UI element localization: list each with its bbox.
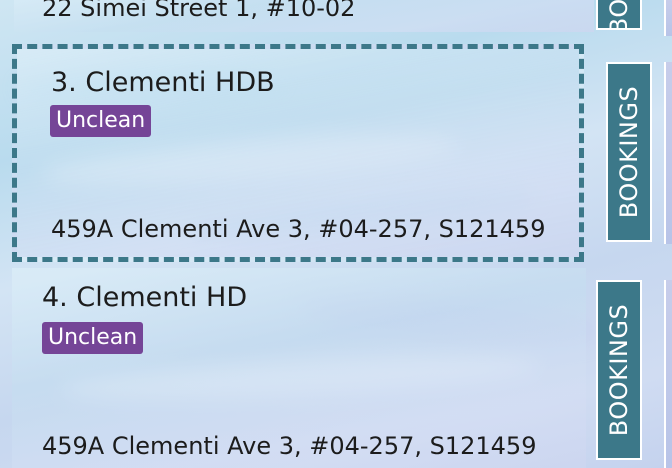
bookings-button-label: BOOKINGS bbox=[605, 0, 633, 28]
adjacent-panel-edge bbox=[664, 280, 672, 468]
listing-name: Clementi HD bbox=[76, 282, 248, 313]
bookings-button-label: BOOKINGS bbox=[615, 85, 643, 219]
listing-address: 22 Simei Street 1, #10-02 bbox=[42, 0, 356, 22]
listing-card[interactable]: 4. Clementi HD Unclean 459A Clementi Ave… bbox=[12, 268, 586, 468]
listing-address: 459A Clementi Ave 3, #04-257, S121459 bbox=[51, 215, 546, 243]
listing-index: 3. bbox=[51, 67, 77, 98]
adjacent-panel-edge bbox=[664, 0, 672, 36]
bookings-button-label: BOOKINGS bbox=[605, 303, 633, 437]
adjacent-panel-edge bbox=[664, 62, 672, 244]
listing-card-selected[interactable]: 3. Clementi HDB Unclean 459A Clementi Av… bbox=[12, 44, 584, 262]
bookings-button[interactable]: BOOKINGS bbox=[606, 62, 652, 242]
bookings-button[interactable]: BOOKINGS bbox=[596, 0, 642, 30]
listing-name: Clementi HDB bbox=[85, 67, 275, 98]
bookings-button[interactable]: BOOKINGS bbox=[596, 280, 642, 460]
listing-address: 459A Clementi Ave 3, #04-257, S121459 bbox=[42, 432, 537, 460]
listing-index: 4. bbox=[42, 282, 68, 313]
status-tag: Unclean bbox=[50, 105, 152, 137]
listing-title: 4. Clementi HD bbox=[42, 282, 247, 313]
listing-card[interactable]: 22 Simei Street 1, #10-02 bbox=[14, 0, 594, 32]
status-tag: Unclean bbox=[42, 322, 144, 354]
listing-title: 3. Clementi HDB bbox=[51, 67, 275, 98]
